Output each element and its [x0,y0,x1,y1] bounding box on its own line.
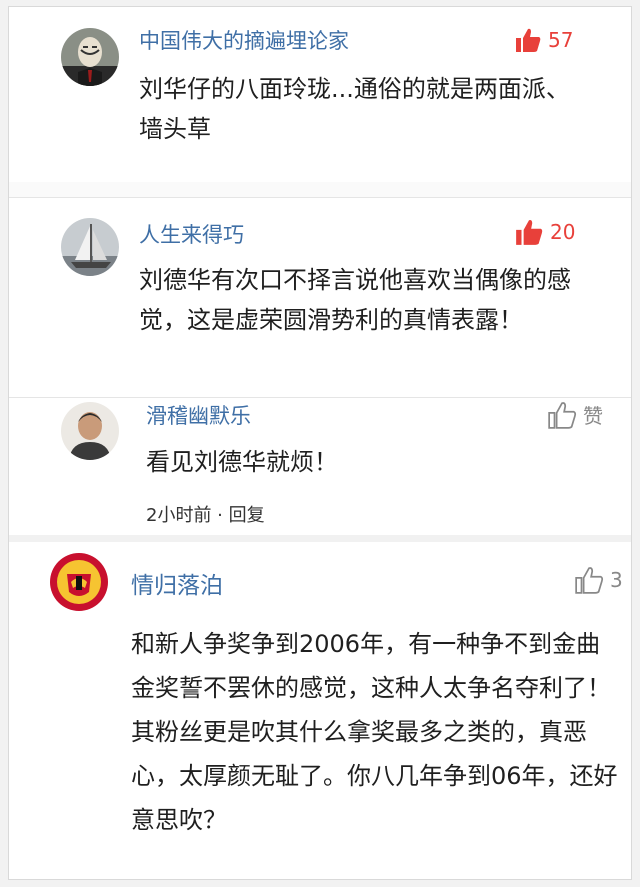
comment-1-like-count: 57 [548,28,574,52]
comment-card-3: 滑稽幽默乐 赞 看见刘德华就烦！ 2小时前 · 回复 [9,397,631,536]
comment-1-username[interactable]: 中国伟大的摘遍埋论家 [139,25,349,55]
comment-4-like-count: 3 [610,568,623,592]
sailboat-avatar-icon[interactable] [61,218,119,276]
comment-3-timestamp-reply[interactable]: 2小时前 · 回复 [146,501,265,527]
divider [9,535,631,542]
masked-man-avatar-icon[interactable] [61,28,119,86]
comment-2-text: 刘德华有次口不择言说他喜欢当偶像的感觉，这是虚荣圆滑势利的真情表露！ [139,266,571,334]
comment-card-2: 人生来得巧 20 刘德华有次口不择言说他喜欢当偶像的感觉，这是虚荣圆滑势利的真情… [9,197,631,396]
man-portrait-avatar-icon[interactable] [61,402,119,460]
comment-2-like-button[interactable]: 20 [514,218,575,246]
comment-1-text: 刘华仔的八面玲珑...通俗的就是两面派、墙头草 [139,75,570,143]
comment-3-like-button[interactable]: 赞 [547,400,603,429]
comment-3-username[interactable]: 滑稽幽默乐 [146,400,251,430]
comment-card-1: 中国伟大的摘遍埋论家 57 刘华仔的八面玲珑...通俗的就是两面派、墙头草 [9,7,631,182]
comment-2-like-count: 20 [550,220,576,244]
manchester-united-badge-avatar-icon[interactable] [49,552,109,612]
comment-4-username[interactable]: 情归落泊 [131,566,223,600]
comment-screenshot-collage: 中国伟大的摘遍埋论家 57 刘华仔的八面玲珑...通俗的就是两面派、墙头草 人生… [8,6,632,880]
thumbs-up-filled-icon [516,28,541,52]
comment-card-4: 情归落泊 3 和新人争奖争到2006年，有一种争不到金曲金奖誓不罢休的感觉，这种… [9,542,631,879]
divider [9,182,631,197]
comment-4-like-button[interactable]: 3 [574,566,623,594]
comment-3-like-label: 赞 [583,404,603,428]
comment-2-username[interactable]: 人生来得巧 [139,219,244,249]
thumbs-up-filled-icon [516,220,543,245]
comment-4-text: 和新人争奖争到2006年，有一种争不到金曲金奖誓不罢休的感觉，这种人太争名夺利了… [131,630,618,834]
comment-3-text: 看见刘德华就烦！ [146,448,338,476]
thumbs-up-outline-icon [575,567,604,594]
comment-1-like-button[interactable]: 57 [514,27,573,53]
thumbs-up-outline-icon [548,401,577,429]
